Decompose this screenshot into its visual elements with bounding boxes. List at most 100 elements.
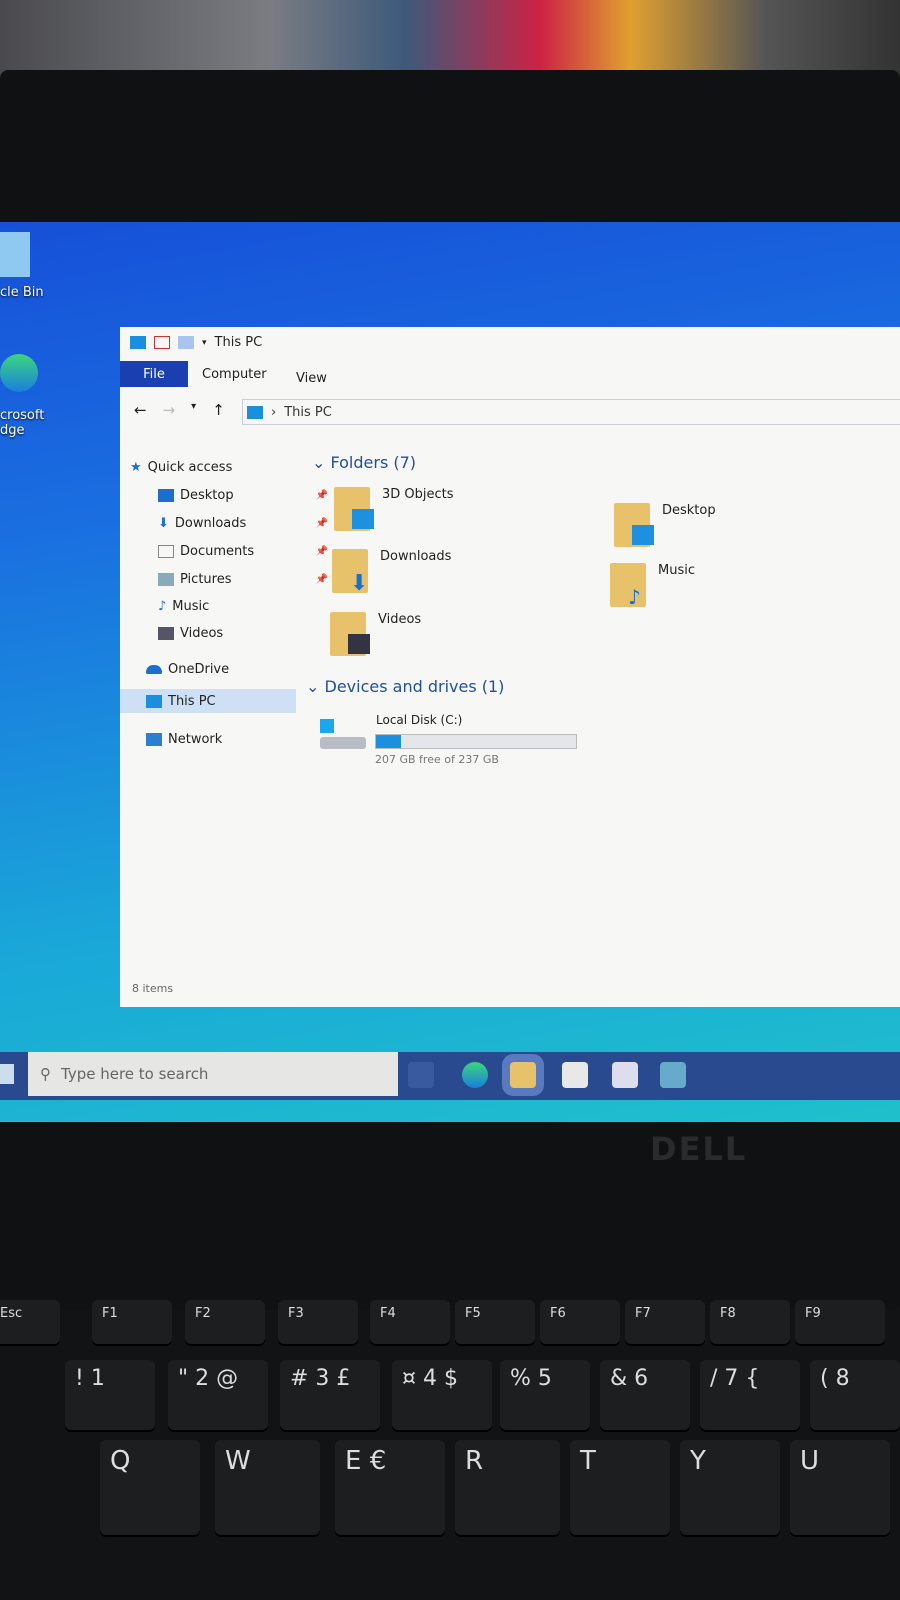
key-f7[interactable]: F7 xyxy=(625,1300,705,1344)
music-icon: ♪ xyxy=(158,598,167,614)
cloud-icon xyxy=(146,664,162,674)
edge-desktop-icon[interactable]: crosoft dge xyxy=(0,354,44,438)
file-explorer-icon[interactable] xyxy=(510,1062,536,1088)
customize-dropdown-icon[interactable]: ▾ xyxy=(202,338,207,348)
nav-documents[interactable]: Documents 📌 xyxy=(158,539,328,563)
breadcrumb-chevron-icon: › xyxy=(271,404,277,420)
nav-onedrive[interactable]: OneDrive xyxy=(146,657,316,681)
computer-icon xyxy=(247,405,263,419)
key-y[interactable]: Y xyxy=(680,1440,780,1535)
folder-3d-objects[interactable]: 3D Objects xyxy=(334,487,454,531)
breadcrumb: This PC xyxy=(284,404,332,420)
folder-downloads[interactable]: ⬇ Downloads xyxy=(332,549,451,596)
mail-icon[interactable] xyxy=(612,1062,638,1088)
nav-label: Videos xyxy=(180,625,224,641)
search-icon: ⚲ xyxy=(40,1065,51,1083)
drives-section-header[interactable]: ⌄ Devices and drives (1) xyxy=(306,677,504,696)
drive-usage-fill xyxy=(376,735,402,748)
nav-pictures[interactable]: Pictures 📌 xyxy=(158,567,328,591)
app-icon[interactable] xyxy=(660,1062,686,1088)
pin-icon[interactable]: 📌 xyxy=(316,518,328,529)
nav-label: Desktop xyxy=(180,487,234,503)
desktop-icon xyxy=(158,488,174,502)
star-icon: ★ xyxy=(130,459,142,475)
key-esc[interactable]: Esc xyxy=(0,1300,60,1344)
taskbar-search-box[interactable]: ⚲ Type here to search xyxy=(28,1052,398,1096)
back-icon[interactable]: ← xyxy=(134,401,147,419)
video-icon xyxy=(158,626,174,640)
address-bar[interactable]: › This PC xyxy=(242,399,900,425)
pin-icon[interactable]: 📌 xyxy=(316,574,328,585)
nav-label: Music xyxy=(172,598,210,614)
key-f9[interactable]: F9 xyxy=(795,1300,885,1344)
3d-objects-folder-icon xyxy=(334,487,374,531)
key-5[interactable]: % 5 xyxy=(500,1360,590,1430)
nav-desktop[interactable]: Desktop 📌 xyxy=(158,483,328,507)
computer-icon xyxy=(146,694,162,708)
key-6[interactable]: & 6 xyxy=(600,1360,690,1430)
up-icon[interactable]: ↑ xyxy=(212,401,225,419)
nav-this-pc[interactable]: This PC xyxy=(120,689,296,713)
nav-videos[interactable]: Videos xyxy=(158,621,328,645)
desktop-icon-label: crosoft dge xyxy=(0,408,45,438)
edge-icon[interactable] xyxy=(462,1062,488,1088)
pin-icon[interactable]: 📌 xyxy=(316,490,328,501)
recent-dropdown-icon[interactable]: ▾ xyxy=(191,401,196,419)
folder-videos[interactable]: Videos xyxy=(330,612,421,656)
key-f2[interactable]: F2 xyxy=(185,1300,265,1344)
dell-logo: DELL xyxy=(650,1130,748,1168)
key-f3[interactable]: F3 xyxy=(278,1300,358,1344)
store-icon[interactable] xyxy=(562,1062,588,1088)
tab-file[interactable]: File xyxy=(120,361,188,387)
nav-network[interactable]: Network xyxy=(146,727,316,751)
key-w[interactable]: W xyxy=(215,1440,320,1535)
folder-label: Desktop xyxy=(662,503,716,518)
nav-label: OneDrive xyxy=(168,661,230,677)
key-f5[interactable]: F5 xyxy=(455,1300,535,1344)
key-2[interactable]: " 2 @ xyxy=(168,1360,268,1430)
status-bar-item-count: 8 items xyxy=(132,982,174,995)
tab-computer[interactable]: Computer xyxy=(202,367,267,382)
drive-icon xyxy=(320,719,366,749)
recycle-bin-icon[interactable]: cle Bin xyxy=(0,232,44,300)
desktop: cle Bin crosoft dge ▾ This PC File Compu… xyxy=(0,222,900,1122)
task-view-icon[interactable] xyxy=(408,1062,434,1088)
key-f8[interactable]: F8 xyxy=(710,1300,790,1344)
key-u[interactable]: U xyxy=(790,1440,890,1535)
key-4[interactable]: ¤ 4 $ xyxy=(392,1360,492,1430)
folder-music[interactable]: ♪ Music xyxy=(610,563,695,609)
network-icon xyxy=(146,732,162,746)
nav-quick-access[interactable]: ★ Quick access xyxy=(130,455,300,479)
folders-section-header[interactable]: ⌄ Folders (7) xyxy=(312,453,416,472)
key-1[interactable]: ! 1 xyxy=(65,1360,155,1430)
folder-desktop[interactable]: Desktop xyxy=(614,503,716,547)
folder-label: 3D Objects xyxy=(382,487,454,502)
key-f4[interactable]: F4 xyxy=(370,1300,450,1344)
nav-downloads[interactable]: ⬇ Downloads 📌 xyxy=(158,511,328,535)
key-r[interactable]: R xyxy=(455,1440,560,1535)
key-e[interactable]: E € xyxy=(335,1440,445,1535)
key-8[interactable]: ( 8 xyxy=(810,1360,900,1430)
computer-icon xyxy=(130,336,146,349)
music-folder-icon: ♪ xyxy=(610,563,646,609)
pin-icon[interactable]: 📌 xyxy=(316,546,328,557)
picture-icon xyxy=(158,572,174,586)
window-title: This PC xyxy=(214,335,263,350)
key-f6[interactable]: F6 xyxy=(540,1300,620,1344)
new-folder-icon[interactable] xyxy=(178,336,194,349)
key-f1[interactable]: F1 xyxy=(92,1300,172,1344)
key-t[interactable]: T xyxy=(570,1440,670,1535)
drive-label: Local Disk (C:) xyxy=(376,713,463,727)
videos-folder-icon xyxy=(330,612,370,656)
nav-music[interactable]: ♪ Music xyxy=(158,594,328,618)
forward-icon[interactable]: → xyxy=(163,401,176,419)
taskbar: ⚲ Type here to search xyxy=(0,1052,900,1100)
key-3[interactable]: # 3 £ xyxy=(280,1360,380,1430)
nav-label: Downloads xyxy=(174,515,247,531)
properties-icon[interactable] xyxy=(154,336,170,349)
nav-label: This PC xyxy=(168,693,216,709)
key-7[interactable]: / 7 { xyxy=(700,1360,800,1430)
tab-view[interactable]: View xyxy=(296,371,327,386)
key-q[interactable]: Q xyxy=(100,1440,200,1535)
start-icon[interactable] xyxy=(0,1064,14,1084)
